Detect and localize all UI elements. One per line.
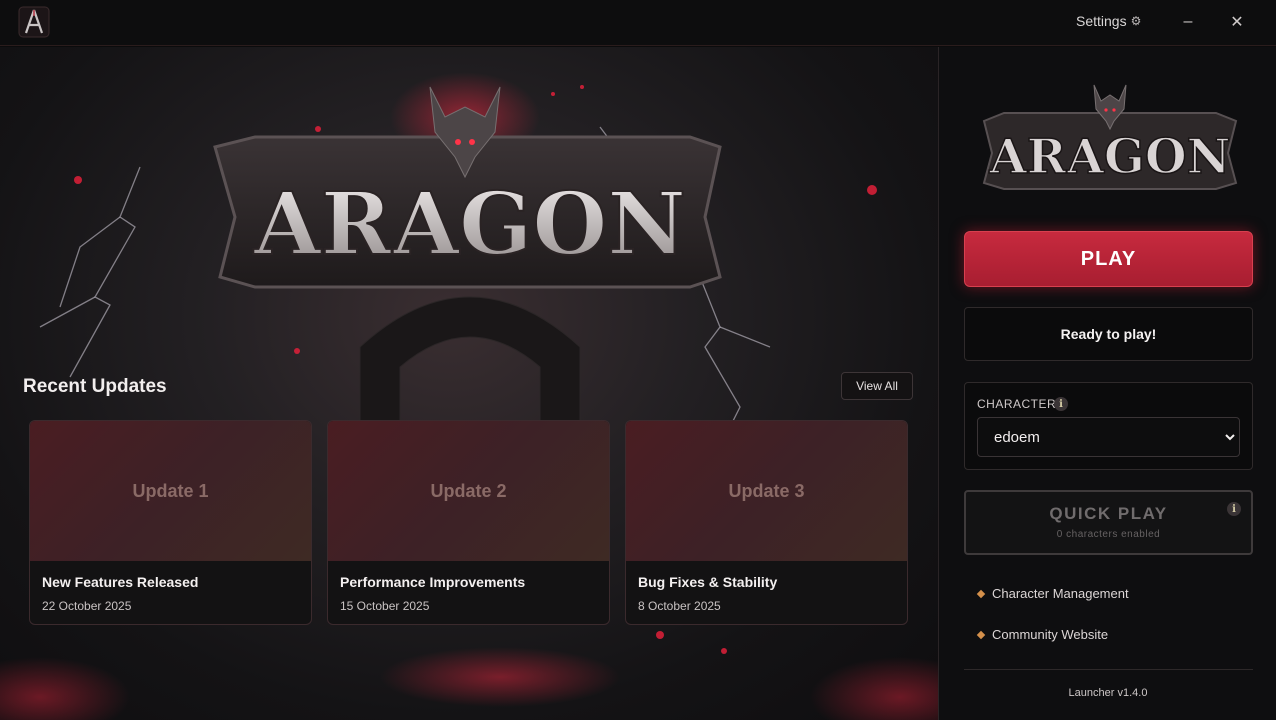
update-card-image-label: Update 2 bbox=[430, 480, 507, 501]
update-card-2[interactable]: Update 2 Performance Improvements 15 Oct… bbox=[327, 420, 610, 625]
hero-title: ARAGON bbox=[252, 173, 687, 272]
diamond-bullet-icon bbox=[976, 630, 986, 639]
community-website-link[interactable]: Community Website bbox=[976, 627, 1109, 642]
update-card-image: Update 3 bbox=[626, 421, 907, 561]
character-select-value: edoem bbox=[994, 428, 1040, 446]
update-card-title: New Features Released bbox=[42, 574, 199, 590]
character-select[interactable]: edoem bbox=[977, 417, 1240, 457]
quick-play-title: QUICK PLAY bbox=[1049, 504, 1168, 523]
status-message: Ready to play! bbox=[964, 307, 1253, 361]
close-icon: ✕ bbox=[1230, 14, 1244, 31]
quick-play-button[interactable]: QUICK PLAY 0 characters enabled i bbox=[964, 490, 1253, 555]
launcher-version: Launcher v1.4.0 bbox=[1068, 687, 1148, 699]
title-bar: Settings ⚙ – ✕ bbox=[0, 0, 1276, 46]
divider bbox=[964, 669, 1253, 670]
settings-label: Settings bbox=[1076, 13, 1127, 29]
update-card-image-label: Update 1 bbox=[132, 480, 209, 501]
link-label: Character Management bbox=[992, 586, 1129, 601]
link-label: Community Website bbox=[992, 627, 1109, 642]
update-card-1[interactable]: Update 1 New Features Released 22 Octobe… bbox=[29, 420, 312, 625]
character-management-link[interactable]: Character Management bbox=[976, 586, 1129, 601]
launcher-sidebar: ARAGON PLAY Ready to play! CHARACTERS i … bbox=[938, 47, 1276, 720]
hero-title-text: ARAGON bbox=[253, 174, 686, 272]
update-card-date: 8 October 2025 bbox=[638, 599, 721, 613]
update-card-image: Update 2 bbox=[328, 421, 609, 561]
update-card-date: 22 October 2025 bbox=[42, 599, 132, 613]
update-card-title: Bug Fixes & Stability bbox=[638, 574, 778, 590]
settings-button[interactable]: Settings ⚙ bbox=[1076, 13, 1141, 29]
update-card-image: Update 1 bbox=[30, 421, 311, 561]
view-all-button[interactable]: View All bbox=[841, 372, 913, 400]
update-card-title: Performance Improvements bbox=[340, 574, 526, 590]
sidebar-logo: ARAGON bbox=[982, 84, 1238, 190]
update-card-3[interactable]: Update 3 Bug Fixes & Stability 8 October… bbox=[625, 420, 908, 625]
gear-icon: ⚙ bbox=[1130, 14, 1142, 28]
quick-play-subtitle: 0 characters enabled bbox=[1056, 529, 1161, 540]
update-card-image-label: Update 3 bbox=[728, 480, 805, 501]
info-icon[interactable]: i bbox=[1227, 502, 1241, 516]
sidebar-logo-text: ARAGON bbox=[988, 129, 1230, 185]
update-card-date: 15 October 2025 bbox=[340, 599, 430, 613]
hero-area: ARAGON Recent Updates View All Update 1 … bbox=[0, 47, 938, 720]
minimize-button[interactable]: – bbox=[1176, 10, 1200, 34]
app-logo-icon bbox=[18, 6, 50, 38]
close-button[interactable]: ✕ bbox=[1225, 10, 1249, 34]
recent-updates-heading: Recent Updates bbox=[23, 376, 167, 397]
characters-label: CHARACTERS bbox=[977, 397, 1065, 411]
minimize-icon: – bbox=[1183, 13, 1193, 30]
play-button[interactable]: PLAY bbox=[964, 231, 1253, 287]
info-icon[interactable]: i bbox=[1054, 397, 1068, 411]
characters-panel: CHARACTERS i edoem bbox=[964, 382, 1253, 470]
chevron-down-icon bbox=[1225, 430, 1235, 444]
diamond-bullet-icon bbox=[976, 589, 986, 598]
